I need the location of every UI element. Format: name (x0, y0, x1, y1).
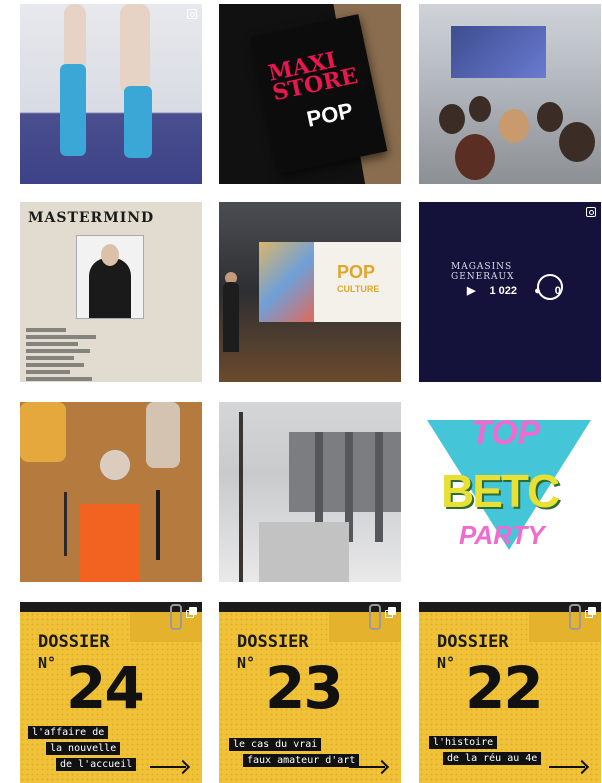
screen-title: POP (337, 262, 376, 282)
dossier-no: N° (38, 654, 57, 672)
post-snowy-terrace[interactable] (219, 402, 401, 582)
camera-icon (187, 9, 197, 19)
glass-cup (100, 450, 130, 480)
dossier-no: N° (437, 654, 456, 672)
arrow-icon (349, 766, 385, 768)
portrait-photo (76, 235, 144, 319)
party-top-text: TOP (471, 414, 541, 452)
post-pop-culture-talk[interactable]: POP CULTURE (219, 202, 401, 382)
speaker (223, 282, 239, 352)
caption-line: l'affaire de (28, 726, 109, 739)
play-icon: ▶ (467, 285, 476, 297)
post-top-betc-party[interactable]: TOP BETC PARTY (419, 402, 601, 582)
leg-right (120, 4, 150, 94)
post-dossier-23[interactable]: DOSSIER N° 23 le cas du vrai faux amateu… (219, 602, 401, 783)
caption-line: faux amateur d'art (243, 754, 360, 767)
post-socks[interactable] (20, 4, 202, 184)
presentation-screen: POP CULTURE (259, 242, 401, 322)
pillar (375, 432, 383, 542)
post-mastermind[interactable]: MASTERMIND (20, 202, 202, 382)
attendee (469, 96, 491, 122)
post-grid: MAXI STORE POP MASTERMIND POP CULTURE MA… (20, 4, 601, 783)
snowy-ground (259, 522, 349, 582)
attendee (455, 134, 495, 180)
water-bottle (146, 402, 180, 468)
post-poster-pop[interactable]: MAXI STORE POP (219, 4, 401, 184)
caption-line: l'histoire (429, 736, 498, 749)
dossier-number: 24 (66, 654, 145, 722)
portrait-figure (89, 258, 131, 318)
sock-left (60, 64, 86, 156)
post-dossier-24[interactable]: DOSSIER N° 24 l'affaire de la nouvelle d… (20, 602, 202, 783)
arrow-icon (549, 766, 585, 768)
video-stats: ▶ 1 022 ● 0 (467, 284, 575, 297)
screen-subtitle: CULTURE (337, 284, 380, 294)
dossier-no: N° (237, 654, 256, 672)
brand-logo-text: MAGASINS GENERAUX (451, 262, 515, 282)
carousel-icon (385, 607, 396, 618)
paperclip-icon (170, 604, 182, 630)
party-text: PARTY (459, 520, 545, 550)
dossier-label: DOSSIER (237, 632, 309, 652)
bare-tree (239, 412, 243, 582)
paperclip-icon (569, 604, 581, 630)
video-icon (586, 207, 596, 217)
carousel-icon (585, 607, 596, 618)
knife (156, 490, 160, 560)
post-video[interactable]: MAGASINS GENERAUX ▶ 1 022 ● 0 (419, 202, 601, 382)
post-dossier-22[interactable]: DOSSIER N° 22 l'histoire de la réu au 4e (419, 602, 601, 783)
caption-line: la nouvelle (46, 742, 121, 755)
comment-icon: ● (534, 285, 541, 297)
paperclip-icon (369, 604, 381, 630)
glass (20, 402, 66, 462)
sock-right (124, 86, 152, 158)
comments-count: 0 (554, 285, 561, 297)
attendee (499, 109, 529, 143)
party-betc-text: BETC (441, 465, 560, 517)
fork (64, 492, 67, 556)
caption-line: le cas du vrai (229, 738, 322, 751)
arrow-icon (150, 766, 186, 768)
carousel-icon (186, 607, 197, 618)
views-count: 1 022 (489, 285, 517, 297)
post-conference[interactable] (419, 4, 601, 184)
attendee (537, 102, 563, 132)
caption-line: de la réu au 4e (443, 752, 542, 765)
projector-screen (451, 26, 546, 78)
attendee (559, 122, 595, 162)
attendee (439, 104, 465, 134)
names-list (26, 328, 116, 382)
poster-word: POP (304, 97, 356, 132)
poster-title: MAXI STORE (266, 46, 361, 107)
portrait-face (101, 244, 119, 266)
dossier-number: 23 (265, 654, 344, 722)
dossier-label: DOSSIER (38, 632, 110, 652)
caption-line: de l'accueil (56, 758, 137, 771)
magazine-title: MASTERMIND (28, 210, 155, 226)
screen-illustration (259, 242, 314, 322)
post-table-setting[interactable] (20, 402, 202, 582)
orange-book (80, 504, 140, 582)
dossier-number: 22 (465, 654, 544, 722)
dossier-label: DOSSIER (437, 632, 509, 652)
